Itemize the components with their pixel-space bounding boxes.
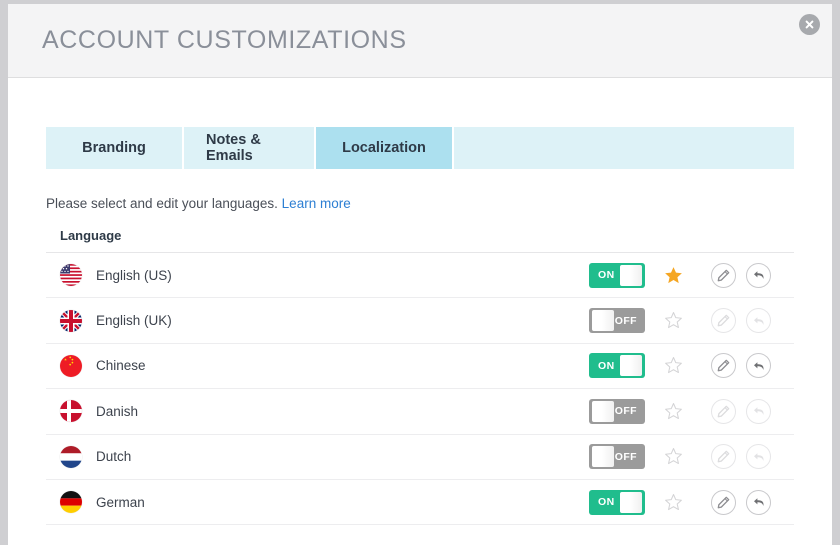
language-name: German xyxy=(96,494,145,510)
default-language-star[interactable] xyxy=(645,311,701,330)
tab-bar: Branding Notes & Emails Localization xyxy=(46,127,794,169)
toggle-state-label: ON xyxy=(598,269,615,282)
tab-notes-emails[interactable]: Notes & Emails xyxy=(184,127,316,169)
flag-germany-icon xyxy=(60,491,82,514)
column-header-language: Language xyxy=(46,228,794,253)
close-icon[interactable] xyxy=(799,14,820,35)
enable-toggle[interactable]: OFF xyxy=(589,444,645,470)
enable-toggle[interactable]: ON xyxy=(589,262,645,288)
table-row[interactable]: Danish OFF xyxy=(46,389,794,435)
language-name: Danish xyxy=(96,403,139,419)
edit-pencil-icon[interactable] xyxy=(711,444,736,470)
toggle-knob xyxy=(620,264,642,286)
flag-denmark-icon xyxy=(60,400,82,423)
tab-branding[interactable]: Branding xyxy=(46,127,184,169)
language-name: Dutch xyxy=(96,449,132,465)
enable-toggle[interactable]: ON xyxy=(589,489,645,515)
instructions-label: Please select and edit your languages. xyxy=(46,196,278,211)
flag-us-icon xyxy=(60,264,82,287)
tab-localization[interactable]: Localization xyxy=(316,127,454,169)
toggle-state-label: ON xyxy=(598,496,615,509)
language-name: English (UK) xyxy=(96,313,172,329)
row-controls: ON xyxy=(589,344,791,388)
account-customizations-modal: ACCOUNT CUSTOMIZATIONS Branding Notes & … xyxy=(0,0,840,545)
row-controls: OFF xyxy=(589,298,791,342)
toggle-state-label: OFF xyxy=(614,405,637,418)
revert-arrow-icon[interactable] xyxy=(746,398,771,424)
table-row[interactable]: English (US) ON xyxy=(46,253,794,299)
row-controls: ON xyxy=(589,480,791,524)
language-name: Chinese xyxy=(96,358,146,374)
modal-body: Branding Notes & Emails Localization Ple… xyxy=(8,127,832,545)
default-language-star[interactable] xyxy=(645,493,701,512)
enable-toggle[interactable]: OFF xyxy=(589,398,645,424)
language-name: English (US) xyxy=(96,267,172,283)
table-row[interactable]: English (UK) OFF xyxy=(46,298,794,344)
default-language-star[interactable] xyxy=(645,447,701,466)
default-language-star[interactable] xyxy=(645,266,701,285)
learn-more-link[interactable]: Learn more xyxy=(282,196,351,211)
table-row[interactable]: Chinese ON xyxy=(46,344,794,390)
page-title: ACCOUNT CUSTOMIZATIONS xyxy=(42,26,407,54)
toggle-state-label: OFF xyxy=(614,314,637,327)
toggle-knob xyxy=(620,355,642,377)
flag-uk-icon xyxy=(60,309,82,332)
table-row[interactable]: Dutch OFF xyxy=(46,435,794,480)
edit-pencil-icon[interactable] xyxy=(711,308,736,334)
edit-pencil-icon[interactable] xyxy=(711,398,736,424)
modal-header: ACCOUNT CUSTOMIZATIONS xyxy=(8,4,832,78)
tab-label: Notes & Emails xyxy=(206,132,261,164)
revert-arrow-icon[interactable] xyxy=(746,444,771,470)
toggle-state-label: ON xyxy=(598,359,615,372)
row-controls: OFF xyxy=(589,435,791,479)
row-controls: ON xyxy=(589,253,791,297)
edit-pencil-icon[interactable] xyxy=(711,489,736,515)
revert-arrow-icon[interactable] xyxy=(746,353,771,379)
toggle-knob xyxy=(592,446,614,468)
language-table: Language English (US) ON English (UK) OF… xyxy=(46,228,794,526)
default-language-star[interactable] xyxy=(645,402,701,421)
toggle-knob xyxy=(592,400,614,422)
table-row[interactable]: German ON xyxy=(46,480,794,526)
revert-arrow-icon[interactable] xyxy=(746,489,771,515)
tab-bar-filler xyxy=(454,127,794,169)
revert-arrow-icon[interactable] xyxy=(746,308,771,334)
revert-arrow-icon[interactable] xyxy=(746,262,771,288)
instructions-text: Please select and edit your languages. L… xyxy=(46,196,794,211)
edit-pencil-icon[interactable] xyxy=(711,262,736,288)
enable-toggle[interactable]: ON xyxy=(589,353,645,379)
tab-label: Localization xyxy=(342,140,426,156)
flag-china-icon xyxy=(60,354,82,377)
toggle-state-label: OFF xyxy=(614,450,637,463)
row-controls: OFF xyxy=(589,389,791,433)
tab-label: Branding xyxy=(82,140,146,156)
default-language-star[interactable] xyxy=(645,356,701,375)
toggle-knob xyxy=(620,491,642,513)
enable-toggle[interactable]: OFF xyxy=(589,308,645,334)
flag-netherlands-icon xyxy=(60,445,82,468)
toggle-knob xyxy=(592,310,614,332)
edit-pencil-icon[interactable] xyxy=(711,353,736,379)
